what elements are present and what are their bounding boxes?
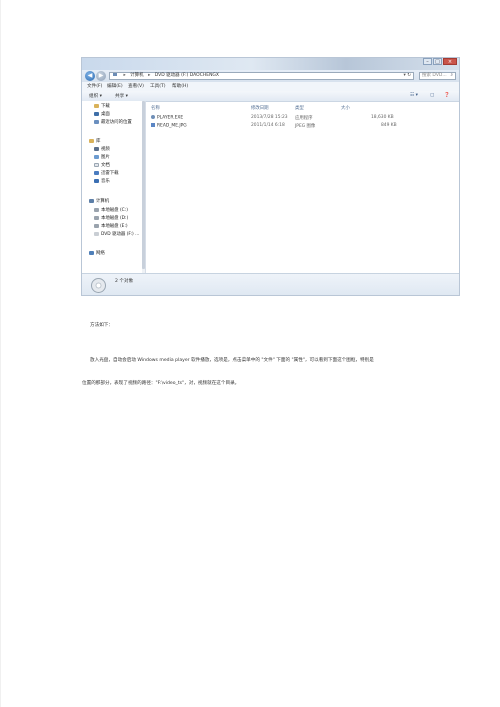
- nav-item-disk-d[interactable]: 本地磁盘 (D:): [94, 215, 128, 221]
- paragraph-line-2: 位置的那部分，表现了视频的路径："F:\video_ts"，对，视频就在这个目录…: [82, 381, 240, 386]
- documents-library-icon: [94, 162, 99, 167]
- back-arrow-icon[interactable]: ◀: [85, 71, 95, 81]
- nav-item-documents[interactable]: 文档: [94, 162, 110, 168]
- navigation-pane: 下载 桌面 最近访问的位置 库 视频 图片 文档 迅雷下载 音乐 计算机 本地磁…: [82, 101, 146, 273]
- address-bar[interactable]: ▸ 计算机 ▸ DVD 驱动器 (F:) DAOCHENGX ▾ ↻: [109, 72, 414, 80]
- nav-item-label: 桌面: [101, 112, 110, 117]
- jpg-file-icon: [151, 123, 155, 127]
- exe-file-icon: [151, 115, 155, 119]
- navigation-bar: ◀ ▶ ▸ 计算机 ▸ DVD 驱动器 (F:) DAOCHENGX ▾ ↻ 搜…: [82, 70, 459, 82]
- breadcrumb-separator-icon: ▸: [148, 73, 151, 78]
- nav-item-label: 图片: [101, 155, 110, 160]
- desktop-icon: [94, 111, 99, 116]
- breadcrumb-computer[interactable]: 计算机: [130, 73, 144, 78]
- organize-button[interactable]: 组织 ▾: [89, 93, 102, 99]
- nav-item-label: 网络: [96, 251, 105, 256]
- local-disk-icon: [94, 215, 99, 220]
- nav-item-label: DVD 驱动器 (F:) ...: [101, 232, 140, 237]
- file-list: 名称 修改日期 类型 大小 PLAYER.EXE 2013/7/28 15:23…: [145, 101, 459, 273]
- nav-item-recent-places[interactable]: 最近访问的位置: [94, 119, 132, 125]
- file-name: PLAYER.EXE: [157, 115, 184, 121]
- music-library-icon: [94, 178, 99, 183]
- menu-edit[interactable]: 编辑(E): [107, 83, 123, 89]
- thunder-download-icon: [94, 170, 99, 175]
- file-name-cell[interactable]: READ_ME.JPG: [151, 123, 187, 129]
- nav-item-label: 本地磁盘 (E:): [101, 224, 128, 229]
- refresh-icon[interactable]: ▾ ↻: [404, 73, 411, 79]
- nav-item-disk-e[interactable]: 本地磁盘 (E:): [94, 223, 128, 229]
- network-icon: [89, 250, 94, 255]
- search-placeholder: 搜索 DVD...: [422, 73, 447, 78]
- file-size: 849 KB: [381, 123, 397, 128]
- nav-item-pictures[interactable]: 图片: [94, 154, 110, 160]
- section-heading: 方法如下：: [90, 323, 113, 328]
- details-pane: 2 个对象: [82, 273, 459, 295]
- libraries-icon: [89, 138, 94, 143]
- preview-pane-icon[interactable]: ▢: [430, 93, 434, 98]
- video-library-icon: [94, 146, 99, 151]
- view-options-icon[interactable]: ☷ ▾: [410, 93, 418, 98]
- maximize-button[interactable]: □: [433, 58, 442, 65]
- nav-item-label: 迅雷下载: [101, 171, 119, 176]
- nav-item-label: 库: [96, 139, 101, 144]
- file-size: 18,630 KB: [371, 115, 394, 120]
- nav-item-thunder-download[interactable]: 迅雷下载: [94, 170, 119, 176]
- file-type: JPEG 图像: [295, 124, 316, 129]
- nav-item-label: 文档: [101, 163, 110, 168]
- column-header-name[interactable]: 名称: [151, 105, 160, 111]
- explorer-window: – □ × ◀ ▶ ▸ 计算机 ▸ DVD 驱动器 (F:) DAOCHENGX…: [82, 58, 459, 295]
- menu-file[interactable]: 文件(F): [87, 83, 102, 89]
- search-icon[interactable]: ⌕: [450, 73, 453, 79]
- breadcrumb-drive[interactable]: DVD 驱动器 (F:) DAOCHENGX: [155, 73, 219, 78]
- recent-places-icon: [94, 119, 99, 124]
- nav-item-label: 本地磁盘 (C:): [101, 208, 128, 213]
- close-button[interactable]: ×: [443, 58, 457, 65]
- nav-item-network[interactable]: 网络: [89, 250, 105, 256]
- nav-item-label: 视频: [101, 147, 110, 152]
- nav-item-music[interactable]: 音乐: [94, 178, 110, 184]
- column-header-size[interactable]: 大小: [341, 105, 350, 111]
- pictures-library-icon: [94, 154, 99, 159]
- nav-item-label: 音乐: [101, 179, 110, 184]
- nav-item-label: 本地磁盘 (D:): [101, 216, 129, 221]
- computer-icon: [113, 73, 117, 76]
- menu-view[interactable]: 查看(V): [128, 83, 144, 89]
- nav-item-dvd-drive[interactable]: DVD 驱动器 (F:) ...: [94, 231, 139, 237]
- file-date: 2013/7/28 15:23: [251, 115, 288, 120]
- help-icon[interactable]: ❓: [444, 93, 450, 98]
- search-input[interactable]: 搜索 DVD... ⌕: [419, 72, 456, 80]
- nav-item-desktop[interactable]: 桌面: [94, 111, 110, 117]
- local-disk-icon: [94, 207, 99, 212]
- computer-icon: [89, 198, 94, 203]
- paragraph-line-1: 放入光盘，自动会启动 Windows media player 软件播放，选项是…: [90, 358, 374, 363]
- file-name-cell[interactable]: PLAYER.EXE: [151, 115, 183, 121]
- menu-help[interactable]: 帮助(H): [172, 83, 188, 89]
- nav-item-libraries[interactable]: 库: [89, 138, 100, 144]
- forward-arrow-icon[interactable]: ▶: [96, 71, 106, 81]
- share-button[interactable]: 共享 ▾: [115, 93, 128, 99]
- dvd-disc-icon: [91, 278, 106, 293]
- nav-item-disk-c[interactable]: 本地磁盘 (C:): [94, 207, 128, 213]
- dvd-drive-icon: [94, 231, 99, 236]
- column-header-type[interactable]: 类型: [295, 105, 304, 111]
- nav-item-computer[interactable]: 计算机: [89, 198, 109, 204]
- column-header-date[interactable]: 修改日期: [251, 105, 269, 111]
- nav-item-label: 计算机: [96, 199, 110, 204]
- nav-item-download[interactable]: 下载: [94, 103, 110, 109]
- file-date: 2011/1/14 6:18: [251, 123, 285, 128]
- minimize-button[interactable]: –: [423, 58, 432, 65]
- nav-item-label: 下载: [101, 104, 110, 109]
- window-controls: – □ ×: [422, 58, 457, 66]
- local-disk-icon: [94, 223, 99, 228]
- nav-item-label: 最近访问的位置: [101, 120, 132, 125]
- file-type: 应用程序: [295, 116, 313, 121]
- download-folder-icon: [94, 103, 99, 108]
- file-name: READ_ME.JPG: [157, 123, 187, 129]
- menu-tools[interactable]: 工具(T): [150, 83, 166, 89]
- item-count: 2 个对象: [115, 279, 134, 284]
- nav-item-videos[interactable]: 视频: [94, 146, 110, 152]
- breadcrumb-separator-icon: ▸: [123, 73, 126, 78]
